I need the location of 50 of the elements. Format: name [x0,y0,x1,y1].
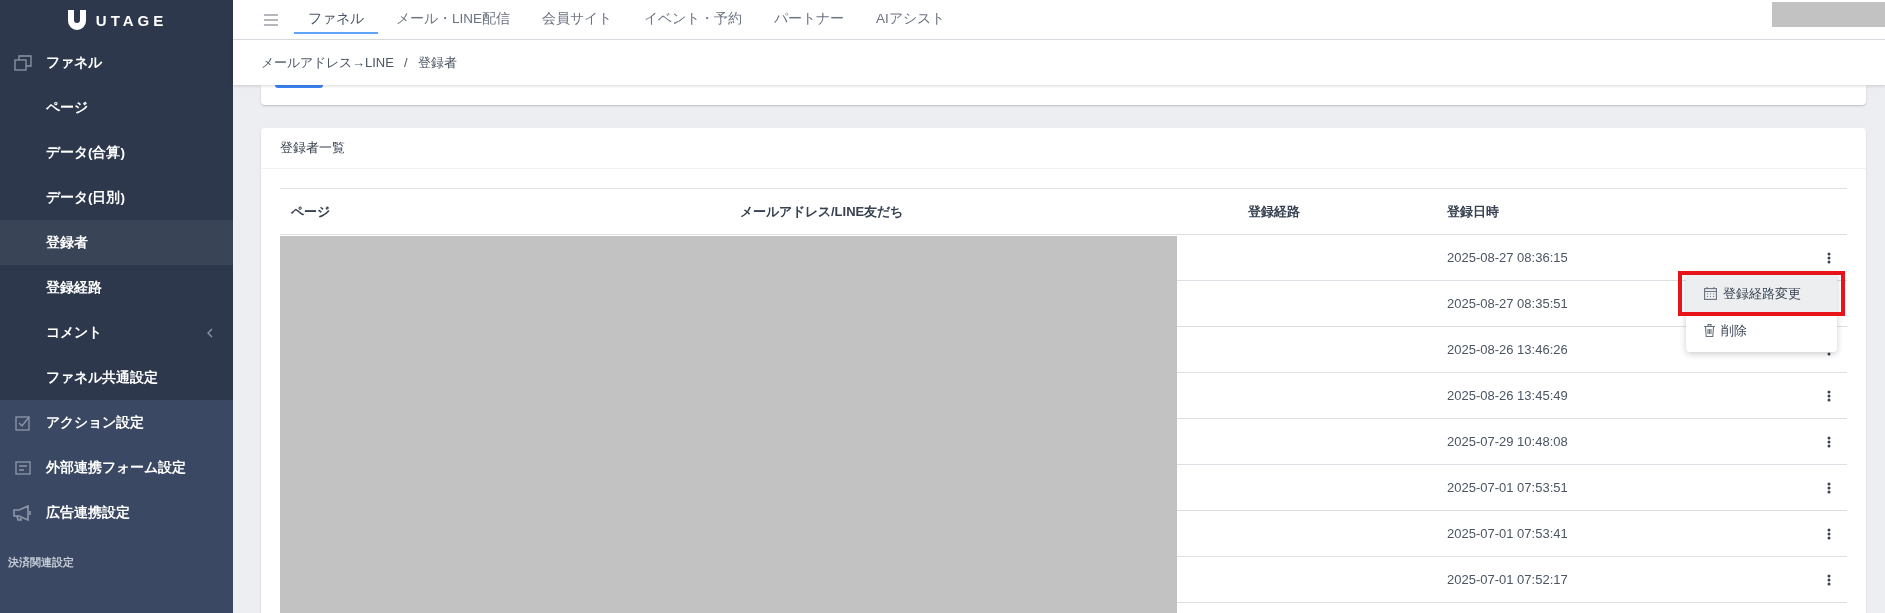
more-icon[interactable] [1827,389,1831,402]
table-cell-text: 2025-07-01 07:53:51 [1446,480,1569,495]
nav-tab[interactable]: メール・LINE配信 [382,5,524,34]
table-cell-text: 2025-08-26 13:46:26 [1446,342,1569,357]
menu-item[interactable]: 登録経路変更 [1686,275,1837,312]
nav-tab[interactable]: パートナー [760,5,858,34]
sidebar-subitem[interactable]: 登録経路 [0,265,233,310]
table-cell-text: 2025-07-29 10:48:08 [1446,434,1569,449]
sidebar-item[interactable]: ファネル [0,40,233,85]
section-label: 決済関連設定 [7,555,75,570]
checkbox-icon [15,414,31,431]
sidebar-subitem[interactable]: ページ [0,85,233,130]
breadcrumb-separator: / [403,55,408,70]
nav-tab[interactable]: イベント・予約 [630,5,756,34]
table-cell-text: 2025-08-27 08:35:51 [1446,296,1569,311]
sidebar-subitem[interactable]: データ(合算) [0,130,233,175]
logo-text: UTAGE [95,11,168,29]
more-icon[interactable] [1827,481,1831,494]
sidebar-subitem[interactable]: ファネル共通設定 [0,355,233,400]
breadcrumb-link[interactable]: メールアドレス→LINE [261,53,394,72]
more-icon[interactable] [1827,573,1831,586]
logo-icon [65,9,88,31]
table-cell-text: 2025-08-27 08:36:15 [1446,250,1569,265]
trash-icon [1704,324,1715,337]
calendar-icon [1704,287,1717,300]
nav-tab[interactable]: ファネル [294,5,378,34]
more-icon[interactable] [1827,527,1831,540]
table-cell-text: 2025-07-01 07:52:17 [1446,572,1569,587]
more-icon[interactable] [1827,435,1831,448]
menu-item[interactable]: 削除 [1686,312,1837,349]
sidebar-item[interactable]: 広告連携設定 [0,490,233,535]
windows-icon [14,54,32,71]
more-icon[interactable] [1827,251,1831,264]
form-icon [15,460,31,475]
megaphone-icon [13,504,33,521]
column-header: ページ [290,202,331,221]
sidebar-subitem[interactable]: データ(日別) [0,175,233,220]
breadcrumb-current: 登録者 [417,53,457,72]
column-header: 登録日時 [1446,202,1500,221]
card-title: 登録者一覧 [261,128,1866,169]
table-cell-text: 2025-07-01 07:53:41 [1446,526,1569,541]
nav-tab[interactable]: 会員サイト [528,5,626,34]
nav-tab[interactable]: AIアシスト [862,5,959,34]
sidebar-subitem[interactable]: コメント [0,310,233,355]
sidebar-item[interactable]: 外部連携フォーム設定 [0,445,233,490]
column-header: 登録経路 [1247,202,1301,221]
table-cell-text: 2025-08-26 13:45:49 [1446,388,1569,403]
column-header: メールアドレス/LINE友だち [739,202,905,221]
sidebar-subitem[interactable]: 登録者 [0,220,233,265]
sidebar-item[interactable]: アクション設定 [0,400,233,445]
